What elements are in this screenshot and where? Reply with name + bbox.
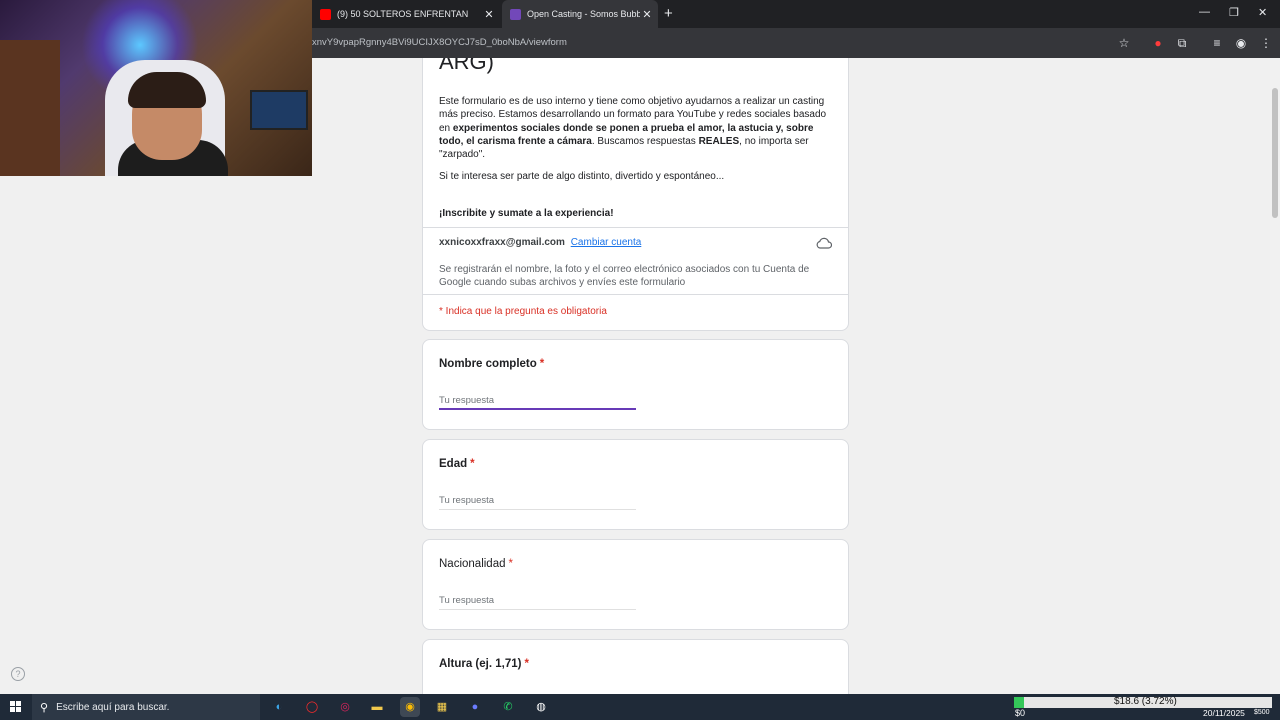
youtube-icon xyxy=(320,8,331,20)
star-icon[interactable]: ☆ xyxy=(1116,35,1132,51)
tab-youtube[interactable]: (9) 50 SOLTEROS ENFRENTAN ✕ xyxy=(312,0,500,28)
form-description: Este formulario es de uso interno y tien… xyxy=(439,95,835,161)
description-bold: REALES xyxy=(698,135,740,147)
required-star: * xyxy=(524,658,529,670)
tab-forms[interactable]: Open Casting - Somos Bubble ✕ xyxy=(502,0,658,28)
webcam-monitor xyxy=(250,90,308,130)
help-icon[interactable]: ? xyxy=(11,667,25,681)
window-close-icon[interactable]: ✕ xyxy=(1258,6,1267,19)
search-placeholder: Escribe aquí para buscar. xyxy=(56,701,170,713)
description-text: . Buscamos respuestas xyxy=(591,135,699,147)
meter-fill xyxy=(1014,697,1024,708)
required-note: * Indica que la pregunta es obligatoria xyxy=(439,306,607,317)
question-text: Nombre completo xyxy=(439,358,537,370)
nationality-input[interactable] xyxy=(439,592,636,610)
question-card: Nombre completo * xyxy=(422,339,849,430)
webcam-overlay xyxy=(0,0,312,176)
whatsapp-icon[interactable]: ✆ xyxy=(498,697,518,717)
question-card: Nacionalidad * xyxy=(422,539,849,630)
close-icon[interactable]: ✕ xyxy=(640,8,654,21)
forms-icon xyxy=(510,8,521,20)
question-label: Edad * xyxy=(439,458,475,470)
form-header-card: ARG) Este formulario es de uso interno y… xyxy=(422,58,849,331)
question-label: Altura (ej. 1,71) * xyxy=(439,658,529,670)
question-label: Nombre completo * xyxy=(439,358,544,370)
scrollbar-thumb[interactable] xyxy=(1272,88,1278,218)
divider xyxy=(423,227,848,228)
full-name-input[interactable] xyxy=(439,392,636,410)
switch-account-link[interactable]: Cambiar cuenta xyxy=(571,237,642,248)
cloud-icon xyxy=(816,237,832,249)
question-text: Altura (ej. 1,71) xyxy=(439,658,522,670)
required-star: * xyxy=(470,458,475,470)
description-cta: ¡Inscribite y sumate a la experiencia! xyxy=(439,208,614,219)
opera-icon[interactable]: ◯ xyxy=(302,697,322,717)
obs-icon[interactable]: ◍ xyxy=(531,697,551,717)
account-row: xxnicoxxfraxx@gmail.com Cambiar cuenta xyxy=(439,237,641,248)
tab-label: Open Casting - Somos Bubble xyxy=(527,9,640,19)
new-tab-icon[interactable]: + xyxy=(664,5,673,22)
question-text: Edad xyxy=(439,458,468,470)
question-card: Altura (ej. 1,71) * xyxy=(422,639,849,694)
menu-icon[interactable]: ⋮ xyxy=(1258,35,1274,51)
question-text: Nacionalidad xyxy=(439,558,506,570)
extension-record-icon[interactable]: ● xyxy=(1150,35,1166,51)
edge-icon[interactable]: ◐ xyxy=(269,697,289,717)
account-email: xxnicoxxfraxx@gmail.com xyxy=(439,237,565,248)
close-icon[interactable]: ✕ xyxy=(482,8,496,21)
minimize-icon[interactable]: — xyxy=(1199,6,1210,18)
calendar-icon[interactable]: ▦ xyxy=(432,697,452,717)
meter-low-label: $0 xyxy=(1015,708,1026,718)
puzzle-icon[interactable]: ⧉ xyxy=(1174,35,1190,51)
donation-meter: $18.6 (3.72%) xyxy=(1014,696,1272,708)
file-explorer-icon[interactable]: ▬ xyxy=(367,697,387,717)
restore-icon[interactable]: ❐ xyxy=(1229,6,1239,19)
webcam-background xyxy=(0,40,60,176)
required-star: * xyxy=(539,358,545,370)
taskbar-search[interactable]: ⚲ Escribe aquí para buscar. xyxy=(32,694,260,720)
webcam-person-hair xyxy=(128,72,206,108)
form-title: ARG) xyxy=(439,58,494,74)
question-card: Edad * xyxy=(422,439,849,530)
meter-label: $18.6 (3.72%) xyxy=(1114,696,1177,707)
question-label: Nacionalidad * xyxy=(439,558,513,570)
required-star: * xyxy=(508,558,513,570)
taskbar-date: 20/11/2025 xyxy=(1203,708,1245,718)
chrome-icon[interactable]: ◉ xyxy=(400,697,420,717)
data-notice: Se registrarán el nombre, la foto y el c… xyxy=(439,264,810,288)
search-icon: ⚲ xyxy=(40,701,49,714)
opera-gx-icon[interactable]: ◎ xyxy=(335,697,355,717)
page-scrollbar[interactable] xyxy=(1270,58,1280,694)
meter-high-label: $500 xyxy=(1254,709,1270,716)
age-input[interactable] xyxy=(439,492,636,510)
profile-icon[interactable]: ◉ xyxy=(1233,35,1249,51)
description-paragraph: Si te interesa ser parte de algo distint… xyxy=(439,171,725,182)
discord-icon[interactable]: ● xyxy=(465,697,485,717)
windows-start-icon[interactable] xyxy=(10,701,22,713)
url-field[interactable]: xnvY9vpapRgnny4BVi9UCIJX8OYCJ7sD_0boNbA/… xyxy=(312,37,567,48)
media-control-icon[interactable]: ≡ xyxy=(1209,35,1225,51)
tab-label: (9) 50 SOLTEROS ENFRENTAN xyxy=(337,9,469,19)
divider xyxy=(423,294,848,295)
